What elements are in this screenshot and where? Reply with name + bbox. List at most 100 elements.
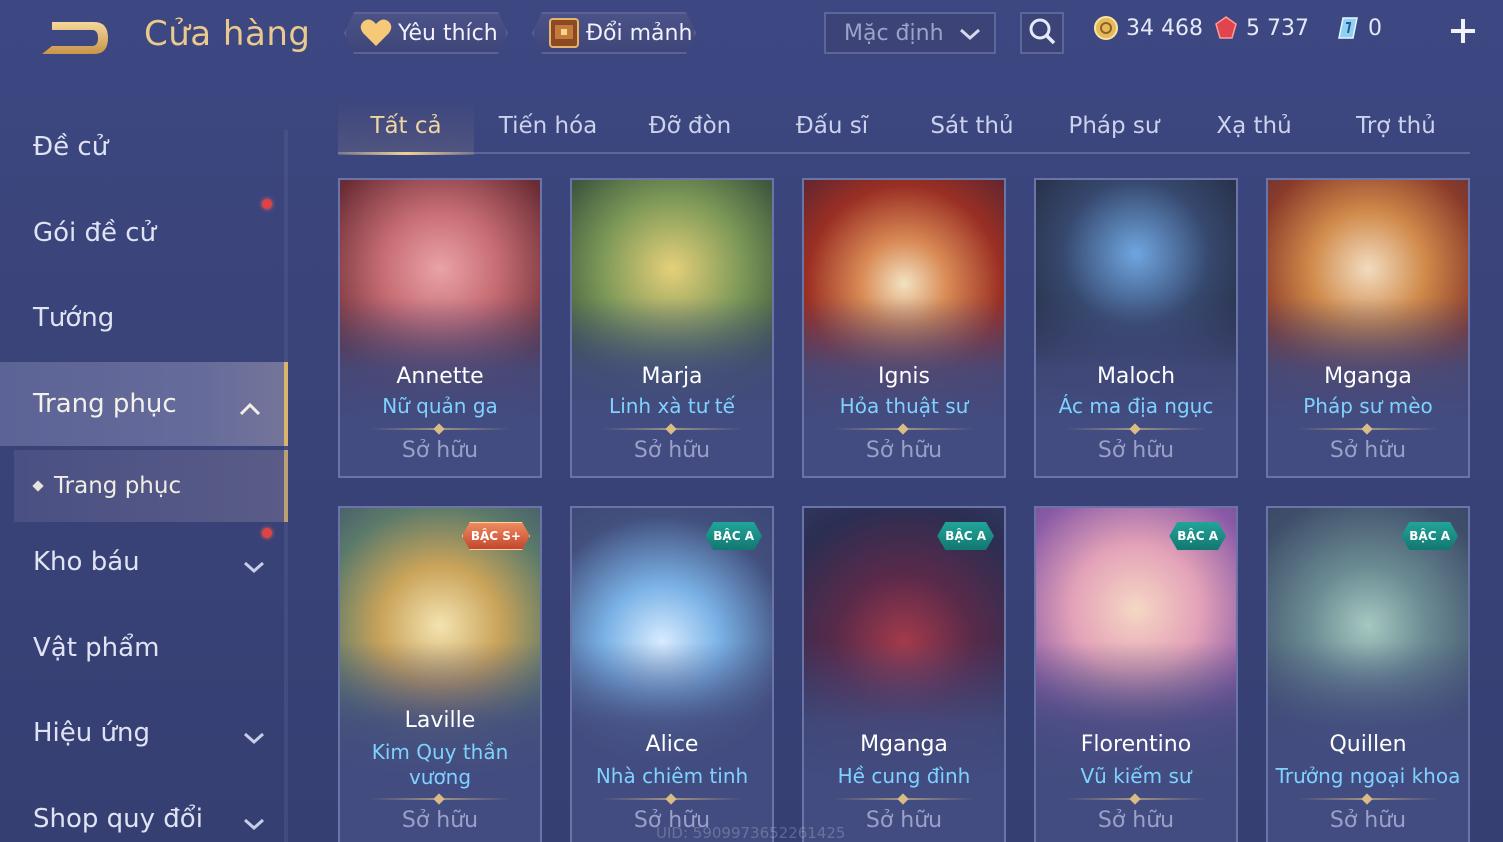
hero-name: Annette (396, 364, 484, 389)
sidebar-item-label: Vật phẩm (33, 633, 160, 663)
hero-name: Mganga (1324, 364, 1412, 389)
skin-card[interactable]: BẬC A Quillen Trưởng ngoại khoa Sở hữu (1266, 506, 1470, 842)
tier-badge: BẬC A (705, 522, 762, 550)
back-button[interactable] (34, 16, 112, 62)
skin-name: Linh xà tư tế (609, 394, 735, 418)
sidebar-item-label: Shop quy đổi (33, 804, 203, 834)
sidebar: Đề cử Gói đề cử Tướng Trang phục Trang p… (0, 100, 288, 842)
hero-name: Maloch (1096, 364, 1176, 389)
skin-card[interactable]: Annette Nữ quản ga Sở hữu (338, 178, 542, 478)
chevron-down-icon (958, 24, 982, 49)
owned-status: Sở hữu (865, 438, 943, 463)
sidebar-item-featured-bundles[interactable]: Gói đề cử (0, 191, 288, 275)
search-button[interactable] (1020, 12, 1064, 54)
voucher-balance: 5 737 (1212, 14, 1309, 42)
skin-name: Nhà chiêm tinh (595, 764, 749, 788)
favorites-label: Yêu thích (398, 20, 498, 46)
gold-amount: 34 468 (1126, 15, 1203, 41)
exchange-shards-button[interactable]: Đổi mảnh (532, 12, 696, 54)
owned-status: Sở hữu (1329, 808, 1407, 833)
tab-fighter[interactable]: Đấu sĩ (764, 100, 900, 152)
hero-name: Marja (641, 364, 703, 389)
skin-card[interactable]: BẬC S+ Laville Kim Quy thần vương Sở hữu (338, 506, 542, 842)
chevron-down-icon (242, 809, 266, 839)
skin-card[interactable]: Ignis Hỏa thuật sư Sở hữu (802, 178, 1006, 478)
skin-card[interactable]: Mganga Pháp sư mèo Sở hữu (1266, 178, 1470, 478)
favorites-button[interactable]: Yêu thích (344, 12, 508, 54)
heart-icon (358, 15, 394, 51)
tab-assassin[interactable]: Sát thủ (904, 100, 1040, 152)
tab-all[interactable]: Tất cả (338, 100, 474, 155)
skin-name: Vũ kiếm sư (1080, 764, 1192, 788)
skin-name: Pháp sư mèo (1303, 394, 1433, 418)
owned-status: Sở hữu (401, 808, 479, 833)
sidebar-item-label: Kho báu (33, 547, 140, 577)
top-bar: Cửa hàng Yêu thích Đổi mảnh Mặc định 34 … (0, 0, 1503, 78)
owned-status: Sở hữu (1329, 438, 1407, 463)
page-title: Cửa hàng (144, 14, 311, 54)
tier-badge: BẬC A (1169, 522, 1226, 550)
red-voucher-icon (1212, 14, 1240, 42)
sidebar-subitem-skins[interactable]: Trang phục (14, 450, 288, 522)
add-currency-button[interactable] (1446, 14, 1480, 48)
owned-status: Sở hữu (1097, 438, 1175, 463)
sidebar-item-treasure[interactable]: Kho báu (0, 520, 288, 604)
sidebar-item-heroes[interactable]: Tướng (0, 276, 288, 360)
sidebar-item-items[interactable]: Vật phẩm (0, 606, 288, 690)
sidebar-item-skins[interactable]: Trang phục (0, 362, 288, 446)
hero-name: Florentino (1080, 732, 1192, 757)
hero-name: Quillen (1329, 732, 1407, 757)
skin-name: Ác ma địa ngục (1058, 394, 1214, 418)
tier-badge: BẬC S+ (462, 522, 530, 550)
skin-card[interactable]: Maloch Ác ma địa ngục Sở hữu (1034, 178, 1238, 478)
skin-card[interactable]: Marja Linh xà tư tế Sở hữu (570, 178, 774, 478)
sidebar-subitem-label: Trang phục (54, 473, 182, 499)
skin-grid: Annette Nữ quản ga Sở hữu Marja Linh xà … (338, 178, 1470, 842)
chevron-down-icon (242, 723, 266, 753)
hero-name: Alice (645, 732, 699, 757)
sidebar-item-label: Tướng (33, 303, 115, 333)
skin-name: Nữ quản ga (382, 394, 498, 418)
voucher-amount: 5 737 (1246, 15, 1309, 41)
gem-balance: 0 (1334, 14, 1382, 42)
exchange-label: Đổi mảnh (586, 20, 693, 46)
tab-marksman[interactable]: Xạ thủ (1186, 100, 1322, 152)
sidebar-item-featured[interactable]: Đề cử (0, 105, 288, 189)
sidebar-item-label: Đề cử (33, 132, 109, 162)
skin-card[interactable]: BẬC A Mganga Hề cung đình Sở hữu (802, 506, 1006, 842)
category-tabs: Tất cả Tiến hóa Đỡ đòn Đấu sĩ Sát thủ Ph… (338, 100, 1470, 155)
shard-chest-icon (546, 15, 582, 51)
plus-icon (1446, 19, 1480, 52)
tab-support[interactable]: Trợ thủ (1328, 100, 1464, 152)
tier-badge: BẬC A (937, 522, 994, 550)
owned-status: Sở hữu (401, 438, 479, 463)
tab-evolution[interactable]: Tiến hóa (480, 100, 616, 152)
tab-mage[interactable]: Pháp sư (1046, 100, 1182, 152)
tier-badge: BẬC A (1401, 522, 1458, 550)
skin-card[interactable]: BẬC A Alice Nhà chiêm tinh Sở hữu (570, 506, 774, 842)
gold-coin-icon (1092, 14, 1120, 42)
user-id-watermark: UID: 5909973652261425 (656, 824, 846, 842)
hero-name: Ignis (878, 364, 930, 389)
notification-dot (262, 528, 272, 538)
skin-card[interactable]: BẬC A Florentino Vũ kiếm sư Sở hữu (1034, 506, 1238, 842)
skin-name: Hỏa thuật sư (839, 394, 969, 418)
search-icon (1027, 16, 1057, 50)
sort-value: Mặc định (844, 20, 944, 46)
sidebar-item-label: Hiệu ứng (33, 718, 150, 748)
owned-status: Sở hữu (1097, 808, 1175, 833)
hero-name: Mganga (860, 732, 948, 757)
sidebar-item-effects[interactable]: Hiệu ứng (0, 691, 288, 775)
sidebar-item-exchange-shop[interactable]: Shop quy đổi (0, 777, 288, 842)
skin-name: Trưởng ngoại khoa (1275, 764, 1461, 788)
gem-amount: 0 (1368, 15, 1382, 41)
chevron-up-icon (238, 394, 262, 424)
sidebar-item-label: Trang phục (33, 389, 177, 419)
sort-dropdown[interactable]: Mặc định (824, 12, 996, 54)
owned-status: Sở hữu (633, 438, 711, 463)
blue-gem-icon (1334, 14, 1362, 42)
gold-balance: 34 468 (1092, 14, 1203, 42)
hero-name: Laville (404, 708, 476, 733)
tab-tank[interactable]: Đỡ đòn (622, 100, 758, 152)
notification-dot (262, 199, 272, 209)
